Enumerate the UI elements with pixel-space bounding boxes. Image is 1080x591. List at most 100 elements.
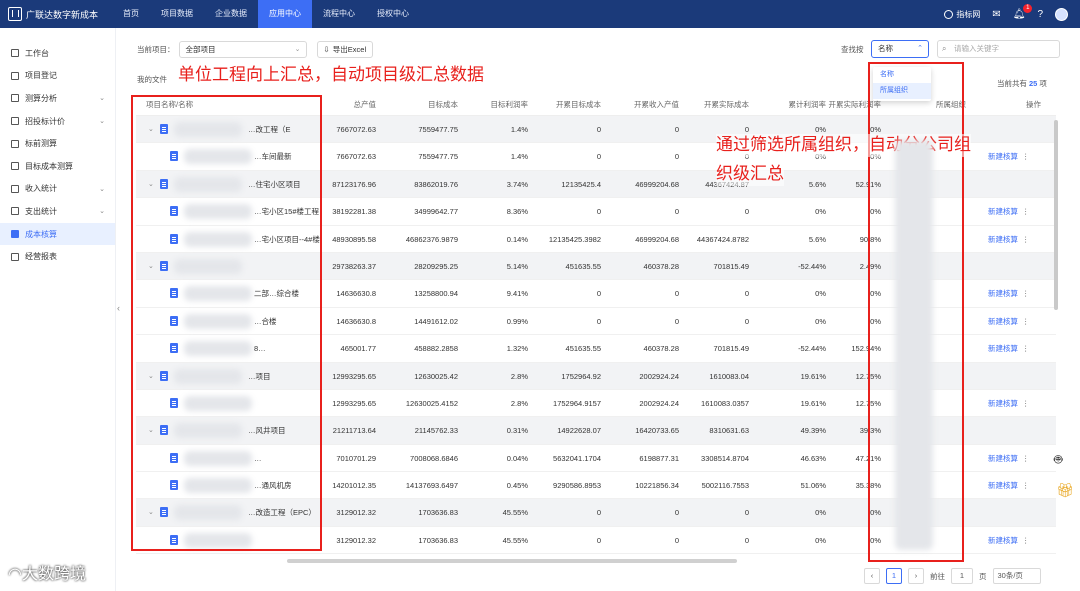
more-icon[interactable]: ⋮	[1022, 235, 1030, 244]
horizontal-scrollbar[interactable]	[287, 559, 737, 563]
value-cell-c2: 0	[674, 289, 679, 299]
sidebar-item[interactable]: 招投标计价 ⌄	[0, 110, 115, 133]
action-label: 新建核算	[988, 316, 1018, 326]
search-field-select[interactable]: 名称 ⌃	[871, 40, 929, 58]
nav-item[interactable]: 授权中心	[366, 0, 420, 28]
value-cell-c4: -52.44%	[798, 261, 826, 271]
more-icon[interactable]: ⋮	[1022, 481, 1030, 490]
sidebar-item[interactable]: 收入统计 ⌄	[0, 178, 115, 201]
export-excel-button[interactable]: ⇩ 导出Excel	[316, 40, 374, 58]
current-page[interactable]: 1	[886, 568, 902, 584]
nav-item[interactable]: 应用中心	[258, 0, 312, 28]
new-accounting-link[interactable]: 新建核算 ⋮	[988, 390, 1030, 417]
page-unit: 页	[979, 571, 987, 581]
column-header[interactable]: 目标成本	[386, 94, 458, 116]
notification-badge: 1	[1023, 3, 1033, 13]
value-cell-rate: 0.99%	[506, 316, 528, 326]
column-header[interactable]: 累计利润率	[761, 94, 827, 116]
action-label: 新建核算	[988, 234, 1018, 244]
sidebar-item[interactable]: 项目登记	[0, 65, 115, 88]
assistant-robot-icon[interactable]: 🤖︎	[1054, 450, 1062, 470]
sidebar-item-icon	[11, 252, 19, 261]
search-input[interactable]: ⌕ 请输入关键字	[937, 40, 1060, 58]
new-accounting-link[interactable]: 新建核算 ⋮	[988, 335, 1030, 362]
value-cell-target: 34999642.77	[414, 207, 458, 217]
value-cell-c4: 51.06%	[800, 481, 826, 491]
action-label: 新建核算	[988, 207, 1018, 217]
help-icon[interactable]: ?	[1037, 9, 1043, 20]
column-header[interactable]: 操作	[1026, 94, 1056, 116]
nav-item[interactable]: 项目数据	[150, 0, 204, 28]
nav-item[interactable]: 首页	[112, 0, 150, 28]
index-net-icon	[944, 9, 954, 19]
chevron-down-icon: ⌄	[99, 95, 105, 103]
more-icon[interactable]: ⋮	[1022, 344, 1030, 353]
next-page-button[interactable]: ›	[908, 568, 924, 584]
column-header[interactable]: 开累目标成本	[536, 94, 601, 116]
sidebar-item-icon	[11, 207, 19, 216]
sidebar-item-label: 支出统计	[25, 206, 57, 216]
more-icon[interactable]: ⋮	[1022, 289, 1030, 298]
vertical-scrollbar[interactable]	[1054, 120, 1058, 310]
sidebar-item[interactable]: 成本核算	[0, 222, 115, 246]
value-cell-c4: 0%	[815, 508, 826, 518]
page-size-select[interactable]: 30条/页	[992, 568, 1041, 584]
mail-icon[interactable]: ✉	[992, 9, 1000, 20]
prev-page-button[interactable]: ‹	[864, 568, 880, 584]
value-cell-c2: 16420733.65	[635, 426, 679, 436]
logo-icon	[8, 7, 22, 21]
project-select-value: 全部项目	[185, 44, 216, 54]
more-icon[interactable]: ⋮	[1022, 317, 1030, 326]
goto-page-input[interactable]: 1	[951, 568, 973, 584]
column-header[interactable]: 开累收入产值	[611, 94, 679, 116]
value-cell-c1: 0	[596, 207, 601, 217]
avatar[interactable]	[1055, 7, 1068, 21]
sidebar-collapse-icon[interactable]: ‹	[117, 303, 120, 313]
export-icon: ⇩	[323, 44, 330, 54]
more-icon[interactable]: ⋮	[1022, 207, 1030, 216]
gift-icon[interactable]: 🎁︎	[1056, 482, 1074, 499]
goto-label: 前往	[930, 571, 945, 581]
bell-icon[interactable]: 🔔︎ 1	[1013, 3, 1033, 20]
new-accounting-link[interactable]: 新建核算 ⋮	[988, 472, 1030, 499]
project-filter-label: 当前项目：	[137, 44, 175, 54]
sidebar-item[interactable]: 支出统计 ⌄	[0, 200, 115, 223]
value-cell-c3: 701815.49	[713, 344, 749, 354]
new-accounting-link[interactable]: 新建核算 ⋮	[988, 226, 1030, 253]
action-label: 新建核算	[988, 344, 1018, 354]
new-accounting-link[interactable]: 新建核算 ⋮	[988, 527, 1030, 554]
nav-item[interactable]: 流程中心	[312, 0, 366, 28]
annotation-right-text-2: 织级汇总	[716, 163, 784, 186]
more-icon[interactable]: ⋮	[1022, 399, 1030, 408]
value-cell-rate: 5.14%	[506, 261, 528, 271]
sidebar-item[interactable]: 经营报表	[0, 245, 115, 268]
more-icon[interactable]: ⋮	[1022, 454, 1030, 463]
sidebar-item-icon	[11, 184, 19, 193]
new-accounting-link[interactable]: 新建核算 ⋮	[988, 143, 1030, 170]
value-cell-c1: 1752964.9157	[553, 398, 601, 408]
value-cell-rate: 45.55%	[502, 508, 528, 518]
nav-item[interactable]: 企业数据	[204, 0, 258, 28]
column-header[interactable]: 目标利润率	[466, 94, 529, 116]
sidebar-item[interactable]: 标前测算	[0, 132, 115, 155]
sidebar-item-icon	[11, 49, 19, 58]
value-cell-c2: 2002924.24	[639, 371, 679, 381]
project-select[interactable]: 全部项目 ⌄	[178, 40, 307, 58]
new-accounting-link[interactable]: 新建核算 ⋮	[988, 280, 1030, 307]
more-icon[interactable]: ⋮	[1022, 536, 1030, 545]
pagination: ‹ 1 › 前往 1 页 30条/页	[864, 568, 1041, 584]
app-logo[interactable]: 广联达数字新成本	[0, 7, 112, 21]
new-accounting-link[interactable]: 新建核算 ⋮	[988, 198, 1030, 225]
sidebar-item[interactable]: 目标成本测算	[0, 155, 115, 178]
index-net-link[interactable]: 指标网	[944, 9, 980, 20]
more-icon[interactable]: ⋮	[1022, 152, 1030, 161]
column-header[interactable]: 开累实际成本	[686, 94, 749, 116]
chevron-down-icon: ⌄	[99, 208, 105, 216]
new-accounting-link[interactable]: 新建核算 ⋮	[988, 308, 1030, 335]
search-placeholder: 请输入关键字	[954, 44, 999, 53]
value-cell-c1: 0	[596, 508, 601, 518]
new-accounting-link[interactable]: 新建核算 ⋮	[988, 445, 1030, 472]
sidebar-item-label: 经营报表	[25, 252, 57, 262]
sidebar-item[interactable]: 工作台	[0, 42, 115, 65]
sidebar-item[interactable]: 测算分析 ⌄	[0, 87, 115, 110]
